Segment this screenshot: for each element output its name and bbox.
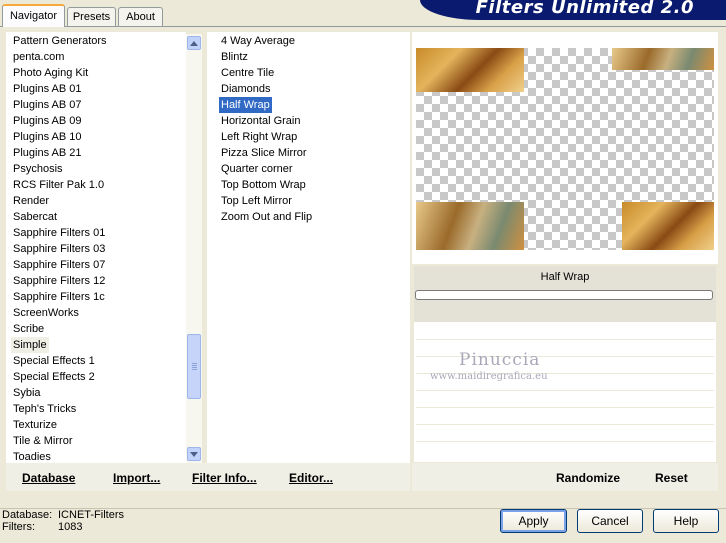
category-item[interactable]: Simple: [11, 337, 49, 353]
category-item[interactable]: Teph's Tricks: [11, 401, 78, 417]
category-item[interactable]: penta.com: [11, 49, 66, 65]
category-item[interactable]: Pattern Generators: [11, 33, 109, 49]
filter-name-label: Half Wrap: [540, 271, 590, 283]
category-item[interactable]: Sybia: [11, 385, 43, 401]
database-value: ICNET-Filters: [58, 509, 124, 521]
scroll-down-button[interactable]: [187, 447, 201, 461]
filter-item[interactable]: Zoom Out and Flip: [219, 209, 314, 225]
watermark-name: Pinuccia: [459, 350, 541, 370]
tab-navigator[interactable]: Navigator: [2, 4, 65, 27]
category-item[interactable]: Special Effects 1: [11, 353, 97, 369]
filter-item[interactable]: Top Left Mirror: [219, 193, 294, 209]
category-item[interactable]: RCS Filter Pak 1.0: [11, 177, 106, 193]
category-item[interactable]: Sapphire Filters 12: [11, 273, 107, 289]
progress-bar: [415, 290, 713, 300]
category-item[interactable]: Scribe: [11, 321, 46, 337]
category-item[interactable]: Texturize: [11, 417, 59, 433]
category-item[interactable]: Plugins AB 07: [11, 97, 84, 113]
filters-label: Filters:: [2, 521, 35, 533]
filter-item[interactable]: Pizza Slice Mirror: [219, 145, 309, 161]
filter-item[interactable]: Left Right Wrap: [219, 129, 299, 145]
reset-button[interactable]: Reset: [655, 471, 688, 485]
category-item[interactable]: Sapphire Filters 03: [11, 241, 107, 257]
category-item[interactable]: Special Effects 2: [11, 369, 97, 385]
filter-item[interactable]: 4 Way Average: [219, 33, 297, 49]
category-item[interactable]: Plugins AB 10: [11, 129, 84, 145]
filter-item[interactable]: Top Bottom Wrap: [219, 177, 308, 193]
category-item[interactable]: Plugins AB 09: [11, 113, 84, 129]
category-item[interactable]: Plugins AB 01: [11, 81, 84, 97]
category-list[interactable]: Pattern Generators penta.com Photo Aging K…: [6, 32, 186, 463]
filter-info-button[interactable]: Filter Info...: [192, 471, 257, 485]
category-item[interactable]: Sapphire Filters 07: [11, 257, 107, 273]
tab-divider: [0, 26, 726, 27]
help-button[interactable]: Help: [653, 509, 719, 533]
cancel-button[interactable]: Cancel: [577, 509, 643, 533]
filter-item[interactable]: Centre Tile: [219, 65, 276, 81]
tab-about[interactable]: About: [118, 7, 163, 26]
tab-presets[interactable]: Presets: [67, 7, 116, 26]
import-button[interactable]: Import...: [113, 471, 160, 485]
category-item[interactable]: Photo Aging Kit: [11, 65, 90, 81]
category-item[interactable]: Plugins AB 21: [11, 145, 84, 161]
category-item[interactable]: ScreenWorks: [11, 305, 81, 321]
category-item[interactable]: Sapphire Filters 1c: [11, 289, 107, 305]
category-scrollbar[interactable]: [186, 34, 202, 463]
preview-image: [416, 48, 714, 250]
filter-item[interactable]: Blintz: [219, 49, 250, 65]
filter-item[interactable]: Half Wrap: [219, 97, 272, 113]
filters-count: 1083: [58, 521, 83, 533]
watermark-url: www.maidiregrafica.eu: [430, 371, 548, 382]
category-item[interactable]: Tile & Mirror: [11, 433, 74, 449]
filter-list[interactable]: 4 Way Average Blintz Centre Tile Diamonds Ha…: [207, 32, 410, 463]
chevron-up-icon: [190, 40, 198, 46]
category-item[interactable]: Sapphire Filters 01: [11, 225, 107, 241]
app-title: Filters Unlimited 2.0: [475, 0, 694, 18]
filter-item[interactable]: Horizontal Grain: [219, 113, 302, 129]
app-banner: Filters Unlimited 2.0: [420, 0, 726, 20]
randomize-button[interactable]: Randomize: [556, 471, 620, 485]
category-item[interactable]: Render: [11, 193, 51, 209]
database-button[interactable]: Database: [22, 471, 75, 485]
apply-button[interactable]: Apply: [500, 509, 567, 533]
editor-button[interactable]: Editor...: [289, 471, 333, 485]
filter-item[interactable]: Diamonds: [219, 81, 273, 97]
category-item[interactable]: Sabercat: [11, 209, 59, 225]
filter-item[interactable]: Quarter corner: [219, 161, 295, 177]
database-label: Database:: [2, 509, 53, 521]
category-item[interactable]: Psychosis: [11, 161, 65, 177]
scroll-thumb[interactable]: [187, 334, 201, 399]
scroll-up-button[interactable]: [187, 36, 201, 50]
chevron-down-icon: [190, 451, 198, 457]
